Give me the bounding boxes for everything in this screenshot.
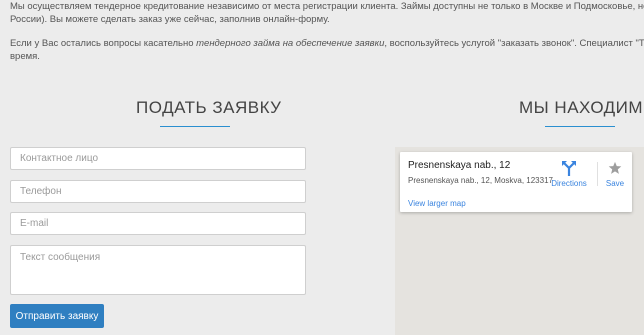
- save-button[interactable]: Save: [601, 158, 629, 190]
- phone-input[interactable]: [10, 180, 306, 203]
- place-title: Presnenskaya nab., 12: [408, 160, 511, 171]
- intro-line-2: России). Вы можете сделать заказ уже сей…: [10, 14, 330, 25]
- intro-paragraph-1: Мы осуществляем тендерное кредитование н…: [10, 0, 644, 26]
- directions-icon: [562, 161, 576, 176]
- contact-person-input[interactable]: [10, 147, 306, 170]
- directions-button[interactable]: Directions: [550, 159, 588, 191]
- location-title-underline: [545, 126, 615, 127]
- form-title: ПОДАТЬ ЗАЯВКУ: [136, 98, 282, 117]
- intro-line-1: Мы осуществляем тендерное кредитование н…: [10, 1, 644, 12]
- intro-paragraph-2: Если у Вас остались вопросы касательно т…: [10, 37, 644, 63]
- intro-text: Мы осуществляем тендерное кредитование н…: [10, 0, 644, 63]
- location-title: МЫ НАХОДИМСЯ: [519, 98, 644, 117]
- email-input[interactable]: [10, 212, 306, 235]
- page: Мы осуществляем тендерное кредитование н…: [0, 0, 644, 335]
- star-icon: [608, 161, 622, 174]
- intro-line-3-pre: Если у Вас остались вопросы касательно: [10, 38, 197, 49]
- intro-line-3-post: , воспользуйтесь услугой "заказать звоно…: [384, 38, 644, 49]
- message-textarea[interactable]: [10, 245, 306, 295]
- intro-line-4: время.: [10, 51, 40, 62]
- card-divider: [597, 162, 598, 186]
- place-address: Presnenskaya nab., 12, Moskva, 123317: [408, 176, 553, 185]
- map-place-card: Presnenskaya nab., 12 Presnenskaya nab.,…: [400, 152, 632, 212]
- view-larger-map-link[interactable]: View larger map: [408, 199, 466, 208]
- map-embed[interactable]: Presnenskaya nab., 12 Presnenskaya nab.,…: [395, 147, 644, 335]
- directions-label: Directions: [551, 179, 587, 188]
- intro-line-3-emphasis: тендерного займа на обеспечение заявки: [196, 38, 385, 49]
- save-label: Save: [605, 179, 625, 188]
- submit-request-button[interactable]: Отправить заявку: [10, 304, 104, 328]
- form-title-underline: [160, 126, 230, 127]
